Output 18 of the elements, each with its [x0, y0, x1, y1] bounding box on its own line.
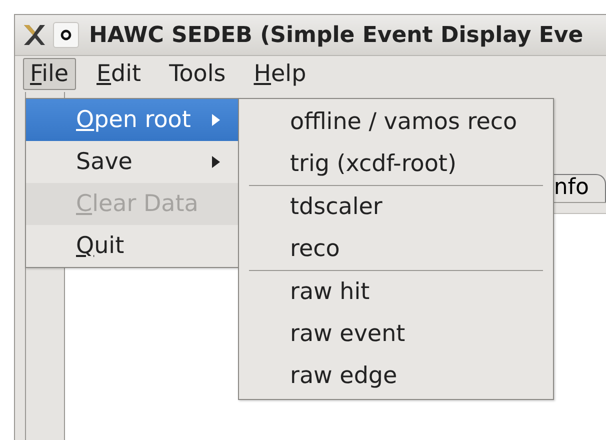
menu-item[interactable]: Help: [246, 58, 314, 90]
menu-item[interactable]: offline / vamos reco: [239, 101, 553, 143]
menu-item[interactable]: File: [23, 58, 76, 90]
menu-item[interactable]: Save: [26, 141, 238, 183]
x-logo-icon: [21, 22, 47, 48]
window-title: HAWC SEDEB (Simple Event Display Eve: [89, 22, 584, 48]
caret-icon: [212, 114, 220, 126]
menu-item[interactable]: Tools: [162, 58, 233, 90]
caret-icon: [212, 156, 220, 168]
circle-icon: [60, 29, 72, 41]
menu-item[interactable]: reco: [239, 228, 553, 270]
menu-item[interactable]: Edit: [90, 58, 148, 90]
window-menu-button[interactable]: [53, 22, 79, 48]
menu-item[interactable]: raw edge: [239, 355, 553, 397]
menu-item[interactable]: raw hit: [239, 271, 553, 313]
menu-item[interactable]: raw event: [239, 313, 553, 355]
menu-item[interactable]: Quit: [26, 225, 238, 267]
menu-item[interactable]: Open root: [26, 99, 238, 141]
